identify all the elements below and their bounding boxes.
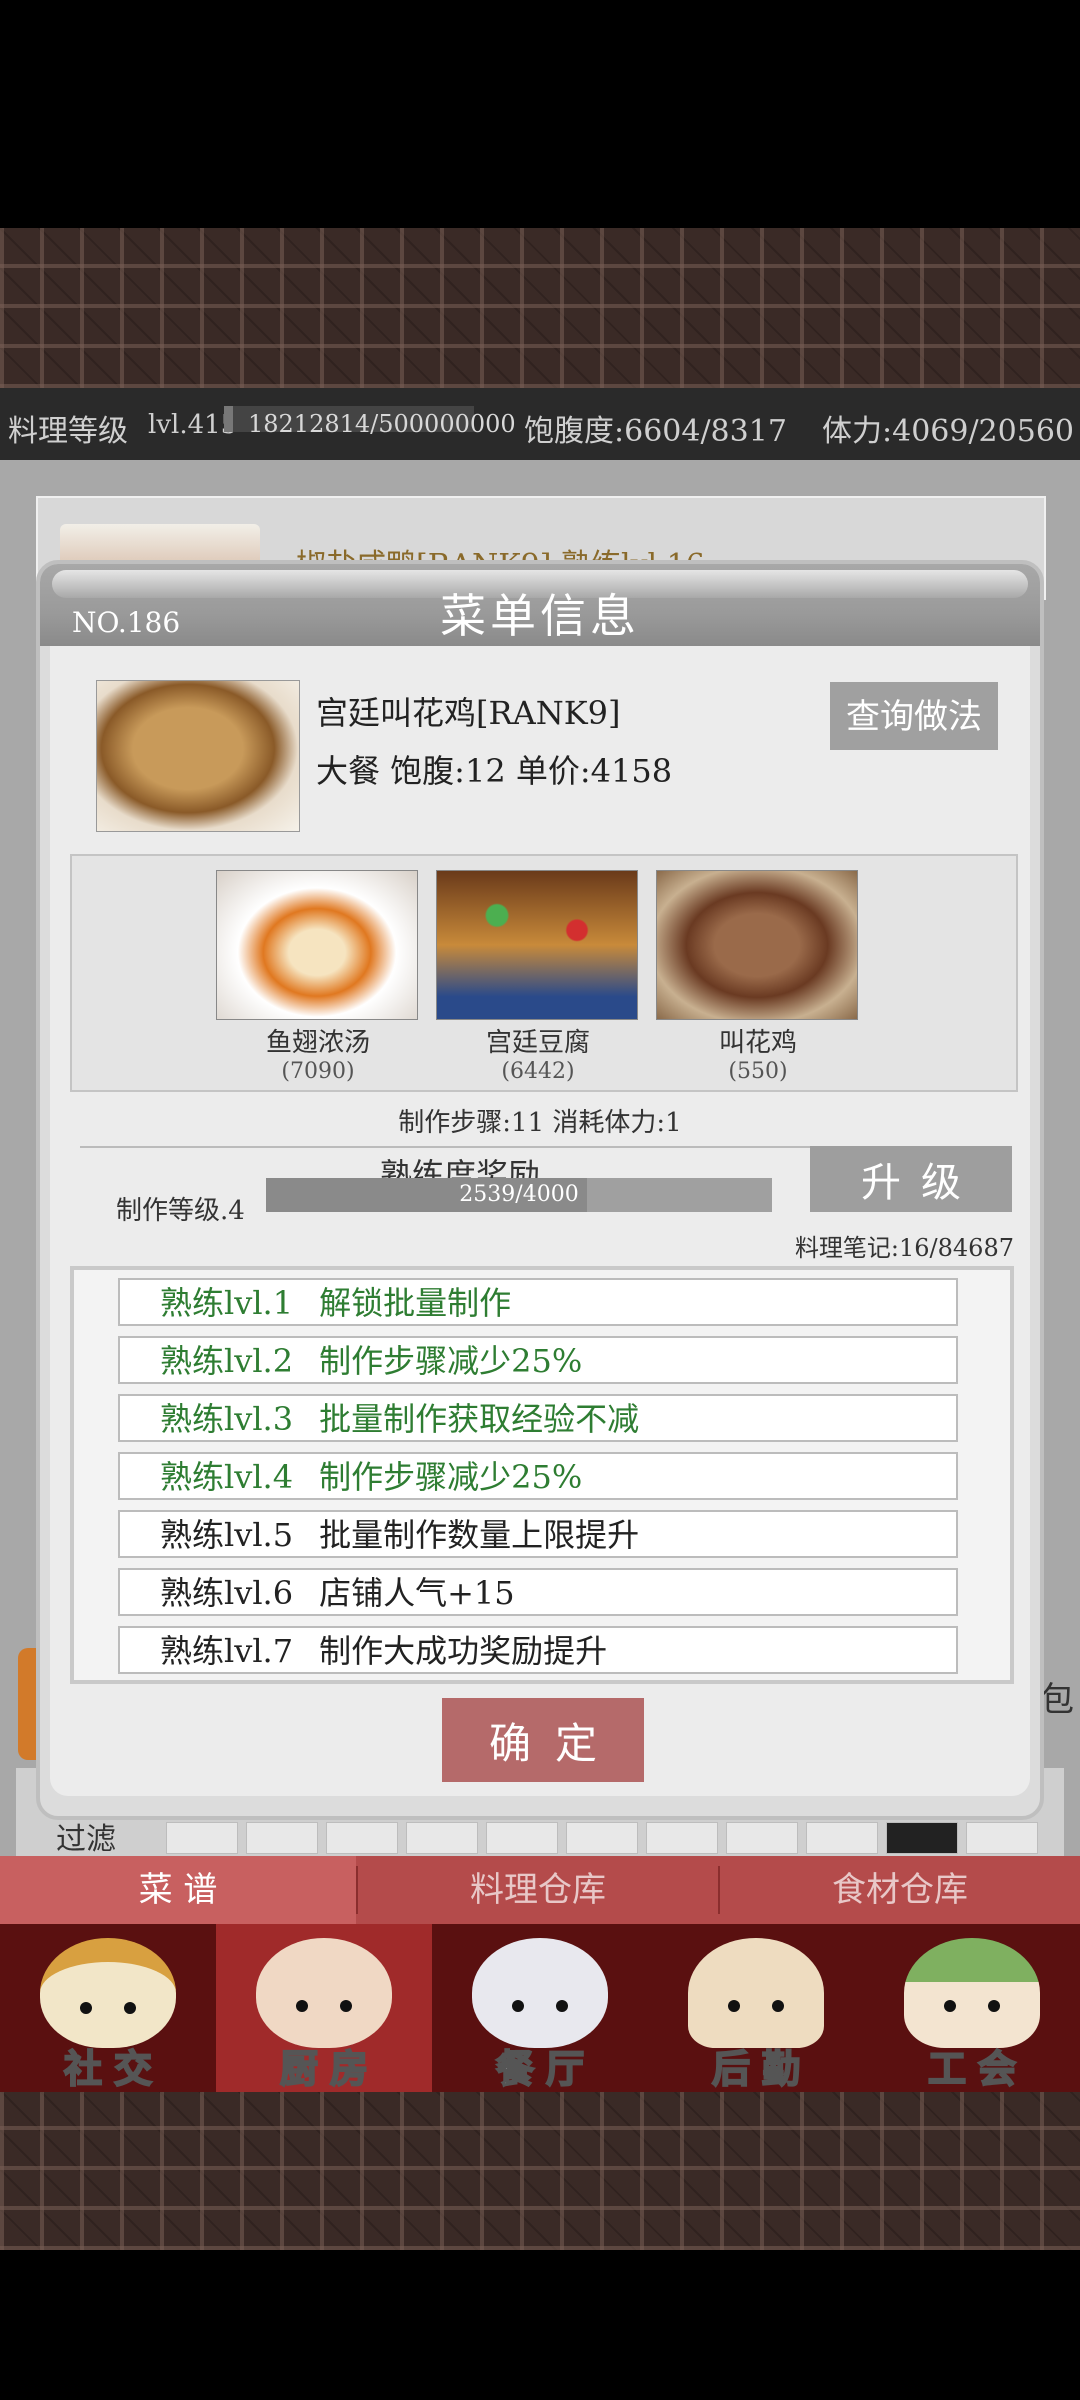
rice-bowl-icon	[472, 1938, 608, 2048]
menu-info-dialog: NO.186 菜单信息 宫廷叫花鸡[RANK9] 大餐 饱腹:12 单价:415…	[36, 560, 1044, 1820]
filter-chip[interactable]	[726, 1822, 798, 1854]
dialog-body: 宫廷叫花鸡[RANK9] 大餐 饱腹:12 单价:4158 查询做法 鱼翅浓汤 …	[50, 646, 1030, 1796]
filter-chip[interactable]	[246, 1822, 318, 1854]
tab-dish-storage[interactable]: 料理仓库	[358, 1856, 718, 1924]
ingredient-name: 鱼翅浓汤	[265, 1028, 370, 1058]
filter-label: 过滤	[56, 1822, 116, 1857]
reward-list[interactable]: 熟练lvl.1 解锁批量制作 熟练lvl.2 制作步骤减少25% 熟练lvl.3 批量…	[70, 1266, 1014, 1684]
reward-item: 熟练lvl.7 制作大成功奖励提升	[118, 1626, 958, 1674]
proficiency-progress-text: 2539/4000	[459, 1182, 579, 1207]
ingredient-photo	[656, 870, 858, 1020]
nav-label: 工会	[927, 2045, 1028, 2092]
noodle-bowl-icon	[40, 1938, 176, 2048]
filter-chip[interactable]	[646, 1822, 718, 1854]
craft-level: 制作等级.4	[116, 1196, 245, 1226]
filter-chip[interactable]	[166, 1822, 238, 1854]
nav-guild[interactable]: 工会	[864, 1924, 1080, 2092]
filter-chip[interactable]	[566, 1822, 638, 1854]
zongzi-icon	[904, 1938, 1040, 2048]
reward-item: 熟练lvl.3 批量制作获取经验不减	[118, 1394, 958, 1442]
tab-recipes[interactable]: 菜 谱	[0, 1856, 356, 1924]
tab-ingredient-storage[interactable]: 食材仓库	[720, 1856, 1080, 1924]
reward-item: 熟练lvl.2 制作步骤减少25%	[118, 1336, 958, 1384]
ingredient-item[interactable]: 鱼翅浓汤 (7090)	[216, 870, 420, 1084]
side-text: 包	[1040, 1680, 1074, 1720]
ingredient-count: (6442)	[501, 1059, 575, 1084]
reward-item: 熟练lvl.4 制作步骤减少25%	[118, 1452, 958, 1500]
upgrade-button[interactable]: 升级	[810, 1146, 1012, 1212]
bottom-nav: 社交 厨房 餐厅 后勤 工会	[0, 1924, 1080, 2092]
exp-text: 18212814/500000000	[248, 410, 516, 438]
steps-info: 制作步骤:11 消耗体力:1	[398, 1108, 682, 1138]
ingredient-name: 宫廷豆腐	[485, 1028, 590, 1058]
ingredient-count: (7090)	[281, 1059, 355, 1084]
ingredient-photo	[436, 870, 638, 1020]
confirm-button[interactable]: 确定	[442, 1698, 644, 1782]
cooking-notes: 料理笔记:16/84687	[794, 1234, 1014, 1262]
nav-restaurant[interactable]: 餐厅	[432, 1924, 648, 2092]
ingredients-panel: 鱼翅浓汤 (7090) 宫廷豆腐 (6442) 叫花鸡 (550)	[70, 854, 1018, 1092]
query-recipe-button[interactable]: 查询做法	[830, 682, 998, 750]
filter-chip-selected[interactable]	[886, 1822, 958, 1854]
decorative-lattice-top	[0, 228, 1080, 388]
ingredient-item[interactable]: 叫花鸡 (550)	[656, 870, 860, 1084]
filter-chip[interactable]	[966, 1822, 1038, 1854]
filter-chip[interactable]	[326, 1822, 398, 1854]
dish-name: 宫廷叫花鸡[RANK9]	[316, 694, 621, 732]
decorative-lattice-bottom	[0, 2092, 1080, 2250]
proficiency-progress-bar: 2539/4000	[266, 1178, 772, 1212]
dialog-title: 菜单信息	[440, 589, 640, 643]
reward-item: 熟练lvl.5 批量制作数量上限提升	[118, 1510, 958, 1558]
nav-label: 社交	[63, 2045, 164, 2092]
dumpling-icon	[688, 1938, 824, 2048]
status-bar: 料理等级 lvl.415 18212814/500000000 饱腹度:6604…	[0, 388, 1080, 460]
nav-label: 餐厅	[495, 2045, 596, 2092]
nav-kitchen[interactable]: 厨房	[216, 1924, 432, 2092]
nav-label: 后勤	[711, 2045, 812, 2092]
reward-item: 熟练lvl.6 店铺人气+15	[118, 1568, 958, 1616]
ingredient-count: (550)	[728, 1059, 788, 1084]
steamed-bun-icon	[256, 1938, 392, 2048]
stamina-text: 体力:4069/20560	[822, 414, 1074, 449]
ingredient-item[interactable]: 宫廷豆腐 (6442)	[436, 870, 640, 1084]
dish-photo	[96, 680, 300, 832]
filter-chip[interactable]	[806, 1822, 878, 1854]
nav-social[interactable]: 社交	[0, 1924, 216, 2092]
ingredient-photo	[216, 870, 418, 1020]
reward-item: 熟练lvl.1 解锁批量制作	[118, 1278, 958, 1326]
dish-meta: 大餐 饱腹:12 单价:4158	[316, 752, 673, 790]
filter-chip[interactable]	[486, 1822, 558, 1854]
satiety-text: 饱腹度:6604/8317	[524, 414, 787, 449]
tab-bar: 菜 谱 料理仓库 食材仓库	[0, 1856, 1080, 1924]
filter-chip[interactable]	[406, 1822, 478, 1854]
cook-level-label: 料理等级	[8, 414, 128, 449]
nav-label: 厨房	[279, 2045, 380, 2092]
nav-logistics[interactable]: 后勤	[648, 1924, 864, 2092]
dialog-header: NO.186 菜单信息	[40, 564, 1040, 646]
ingredient-name: 叫花鸡	[718, 1028, 797, 1058]
